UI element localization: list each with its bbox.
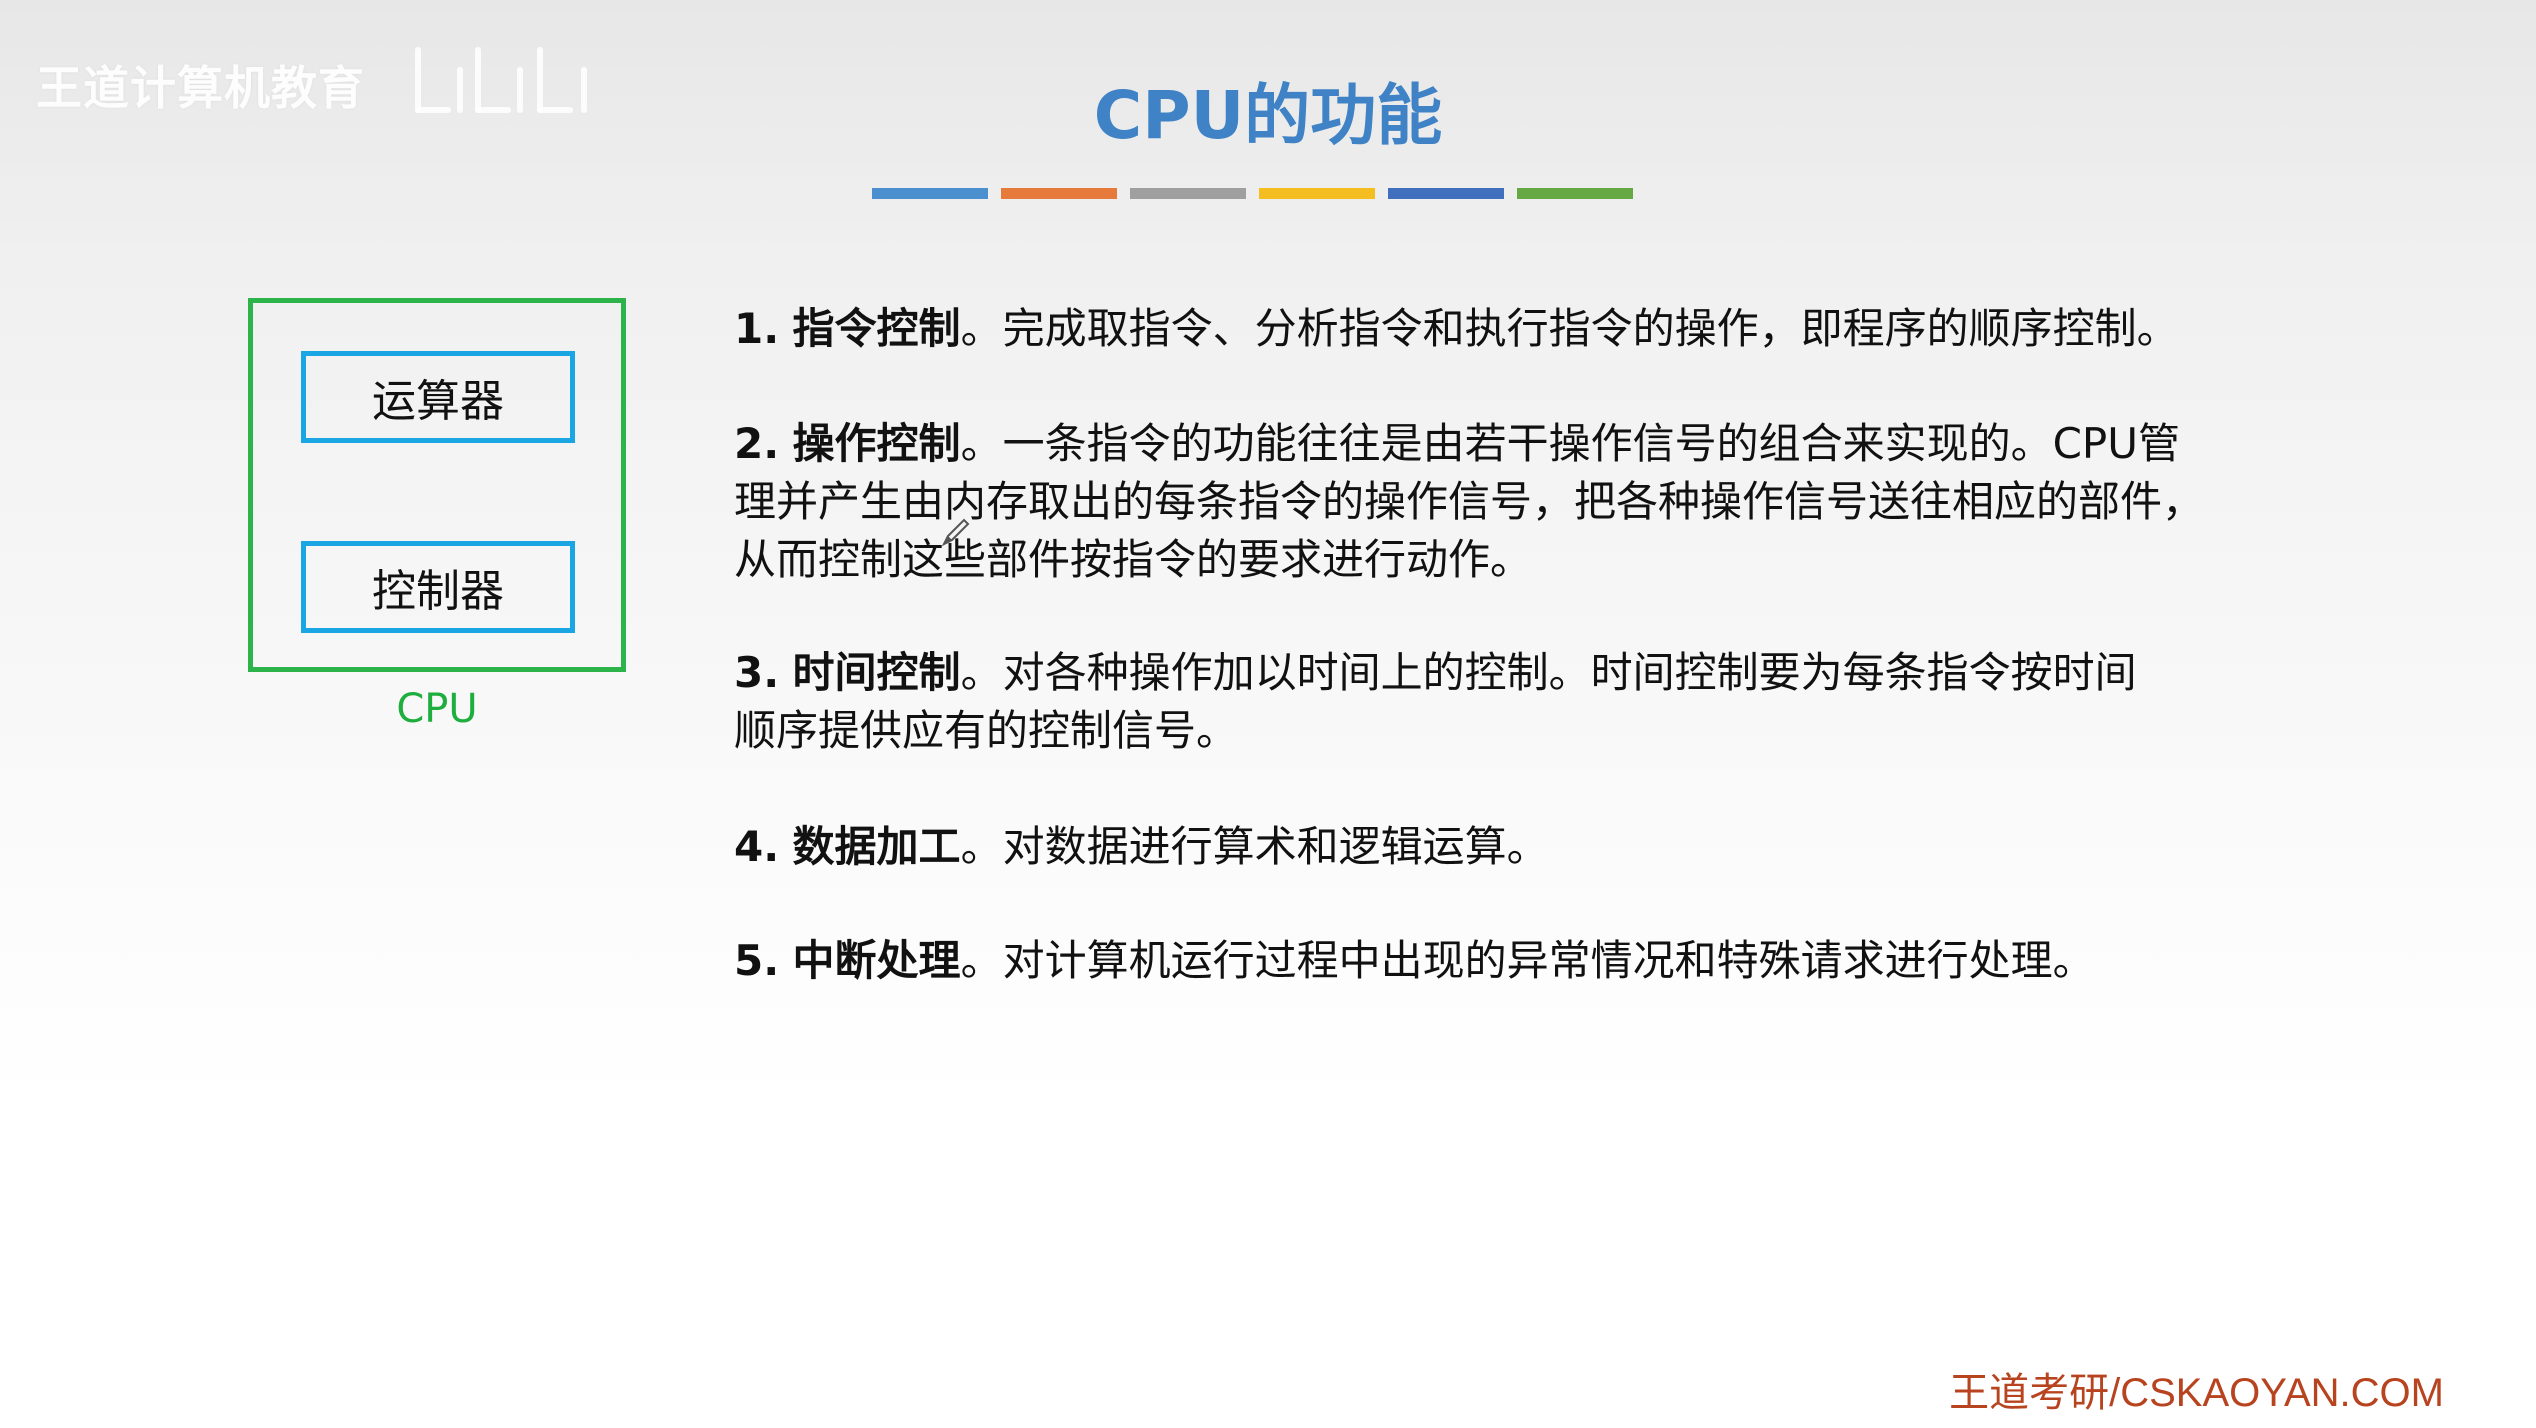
function-item-4: 4. 数据加工。对数据进行算术和逻辑运算。 — [734, 818, 2394, 876]
function-item-1: 1. 指令控制。完成取指令、分析指令和执行指令的操作，即程序的顺序控制。 — [734, 300, 2394, 358]
function-text: 。一条指令的功能往往是由若干操作信号的组合来实现的。CPU管 — [960, 419, 2180, 468]
function-text: 。对数据进行算术和逻辑运算。 — [960, 822, 1549, 871]
function-item-line: 5. 中断处理。对计算机运行过程中出现的异常情况和特殊请求进行处理。 — [734, 932, 2394, 990]
slide: 王道计算机教育 CPU的功能 运算器 控制器 CPU 1. 指令控制。完成取指令… — [0, 0, 2536, 1428]
function-name: 数据加工 — [792, 822, 961, 871]
function-item-3: 3. 时间控制。对各种操作加以时间上的控制。时间控制要为每条指令按时间 顺序提供… — [734, 644, 2394, 760]
function-item-line: 4. 数据加工。对数据进行算术和逻辑运算。 — [734, 818, 2394, 876]
cpu-caption: CPU — [396, 686, 478, 732]
function-name: 中断处理 — [792, 936, 961, 985]
title-color-bar — [1259, 188, 1375, 199]
control-unit-box: 控制器 — [301, 541, 575, 633]
function-text: 。对各种操作加以时间上的控制。时间控制要为每条指令按时间 — [960, 648, 2137, 697]
slide-title: CPU的功能 — [1093, 77, 1443, 154]
function-name: 操作控制 — [792, 419, 961, 468]
alu-box: 运算器 — [301, 351, 575, 443]
title-color-bar — [1130, 188, 1246, 199]
title-color-bar — [1001, 188, 1117, 199]
function-text-line-2: 理并产生由内存取出的每条指令的操作信号，把各种操作信号送往相应的部件， — [734, 477, 2205, 526]
footer-brand: 王道考研/CSKAOYAN.COM — [1949, 1371, 2444, 1415]
function-number: 2. — [734, 419, 780, 468]
title-color-bar — [1517, 188, 1633, 199]
function-number: 3. — [734, 648, 780, 697]
title-color-bar — [1388, 188, 1504, 199]
function-number: 5. — [734, 936, 780, 985]
function-item-line: 2. 操作控制。一条指令的功能往往是由若干操作信号的组合来实现的。CPU管 — [734, 415, 2394, 473]
function-text: 。完成取指令、分析指令和执行指令的操作，即程序的顺序控制。 — [960, 304, 2179, 353]
pen-cursor-icon — [941, 518, 970, 547]
function-number: 1. — [734, 304, 780, 353]
title-color-bar — [872, 188, 988, 199]
function-name: 时间控制 — [792, 648, 961, 697]
cpu-diagram-box: 运算器 控制器 — [248, 298, 626, 672]
function-text-line-2: 顺序提供应有的控制信号。 — [734, 706, 1239, 755]
function-item-line: 3. 时间控制。对各种操作加以时间上的控制。时间控制要为每条指令按时间 — [734, 644, 2394, 702]
function-item-line: 1. 指令控制。完成取指令、分析指令和执行指令的操作，即程序的顺序控制。 — [734, 300, 2394, 358]
function-item-2: 2. 操作控制。一条指令的功能往往是由若干操作信号的组合来实现的。CPU管 理并… — [734, 415, 2394, 589]
function-name: 指令控制 — [792, 304, 961, 353]
function-text: 。对计算机运行过程中出现的异常情况和特殊请求进行处理。 — [960, 936, 2095, 985]
function-text-line-3: 从而控制这些部件按指令的要求进行动作。 — [734, 535, 1533, 584]
function-number: 4. — [734, 822, 780, 871]
function-item-5: 5. 中断处理。对计算机运行过程中出现的异常情况和特殊请求进行处理。 — [734, 932, 2394, 990]
